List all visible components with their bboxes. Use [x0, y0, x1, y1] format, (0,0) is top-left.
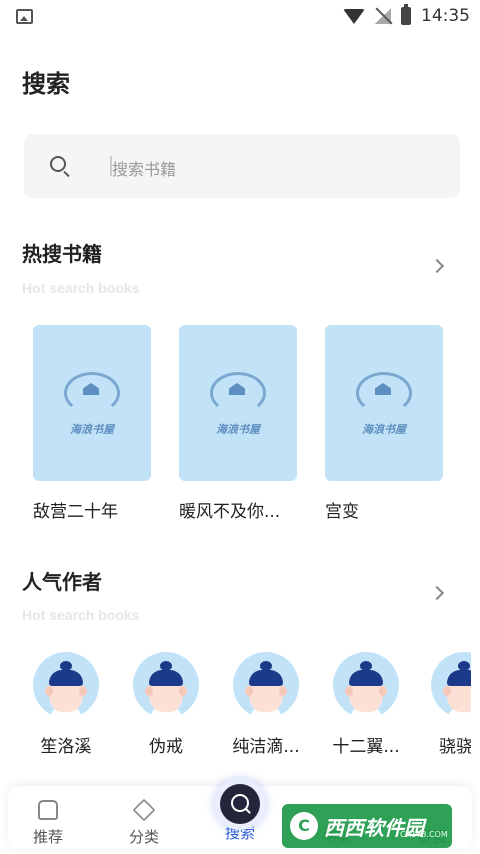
hot-books-subtitle: Hot search books: [22, 280, 140, 296]
status-icons: 14:35: [343, 4, 470, 26]
book-cover: 海浪书屋: [179, 325, 297, 481]
popular-authors-more-chevron-icon[interactable]: [429, 585, 445, 601]
status-time: 14:35: [421, 6, 470, 26]
book-title: 宫变: [325, 502, 359, 522]
avatar: [33, 652, 99, 718]
watermark-logo: C: [290, 812, 318, 840]
search-tab-button[interactable]: [214, 778, 266, 830]
book-card[interactable]: 海浪书屋 暖风不及你...: [179, 325, 297, 522]
author-card[interactable]: 笙洛溪: [31, 652, 101, 757]
author-name: 纯洁滴...: [232, 737, 300, 757]
cover-logo-text: 海浪书屋: [362, 423, 406, 436]
layers-icon: [132, 798, 156, 822]
search-icon: [220, 784, 260, 824]
author-card[interactable]: 骁骁: [431, 652, 471, 757]
tab-category[interactable]: 分类: [112, 796, 176, 847]
wave-house-logo-icon: [356, 372, 412, 414]
image-notification-icon: [16, 9, 33, 24]
wave-house-logo-icon: [64, 372, 120, 414]
author-name: 伪戒: [149, 737, 183, 757]
author-card[interactable]: 纯洁滴...: [231, 652, 301, 757]
book-cover: 海浪书屋: [33, 325, 151, 481]
hot-books-title: 热搜书籍: [22, 242, 102, 266]
page-title: 搜索: [22, 70, 70, 98]
tab-recommend[interactable]: 推荐: [16, 796, 80, 847]
no-signal-icon: [375, 8, 391, 24]
avatar: [233, 652, 299, 718]
watermark: C 西西软件园 CR173.COM: [282, 804, 452, 848]
avatar: [333, 652, 399, 718]
search-placeholder: 搜索书籍: [112, 160, 177, 179]
author-card[interactable]: 十二翼...: [331, 652, 401, 757]
cover-logo-text: 海浪书屋: [70, 423, 114, 436]
avatar: [431, 652, 471, 718]
book-card[interactable]: 海浪书屋 敌营二十年: [33, 325, 151, 522]
book-title: 暖风不及你...: [179, 502, 281, 522]
search-icon: [50, 156, 66, 172]
author-card[interactable]: 伪戒: [131, 652, 201, 757]
search-input[interactable]: 搜索书籍: [24, 134, 460, 198]
wifi-icon: [343, 8, 365, 24]
book-card[interactable]: 海浪书屋 宫变: [325, 325, 443, 522]
wave-house-logo-icon: [210, 372, 266, 414]
status-bar: 14:35: [0, 0, 480, 34]
home-icon: [38, 800, 58, 820]
book-cover: 海浪书屋: [325, 325, 443, 481]
author-name: 骁骁: [439, 737, 471, 757]
avatar: [133, 652, 199, 718]
author-name: 笙洛溪: [40, 737, 92, 757]
hot-books-more-chevron-icon[interactable]: [429, 258, 445, 274]
cover-logo-text: 海浪书屋: [216, 423, 260, 436]
book-title: 敌营二十年: [33, 502, 118, 522]
battery-icon: [401, 4, 411, 25]
author-name: 十二翼...: [332, 737, 400, 757]
tab-label: 推荐: [32, 828, 63, 846]
watermark-sub: CR173.COM: [400, 830, 448, 839]
popular-authors-title: 人气作者: [22, 570, 102, 594]
popular-authors-subtitle: Hot search books: [22, 607, 140, 623]
tab-label: 分类: [128, 828, 159, 846]
